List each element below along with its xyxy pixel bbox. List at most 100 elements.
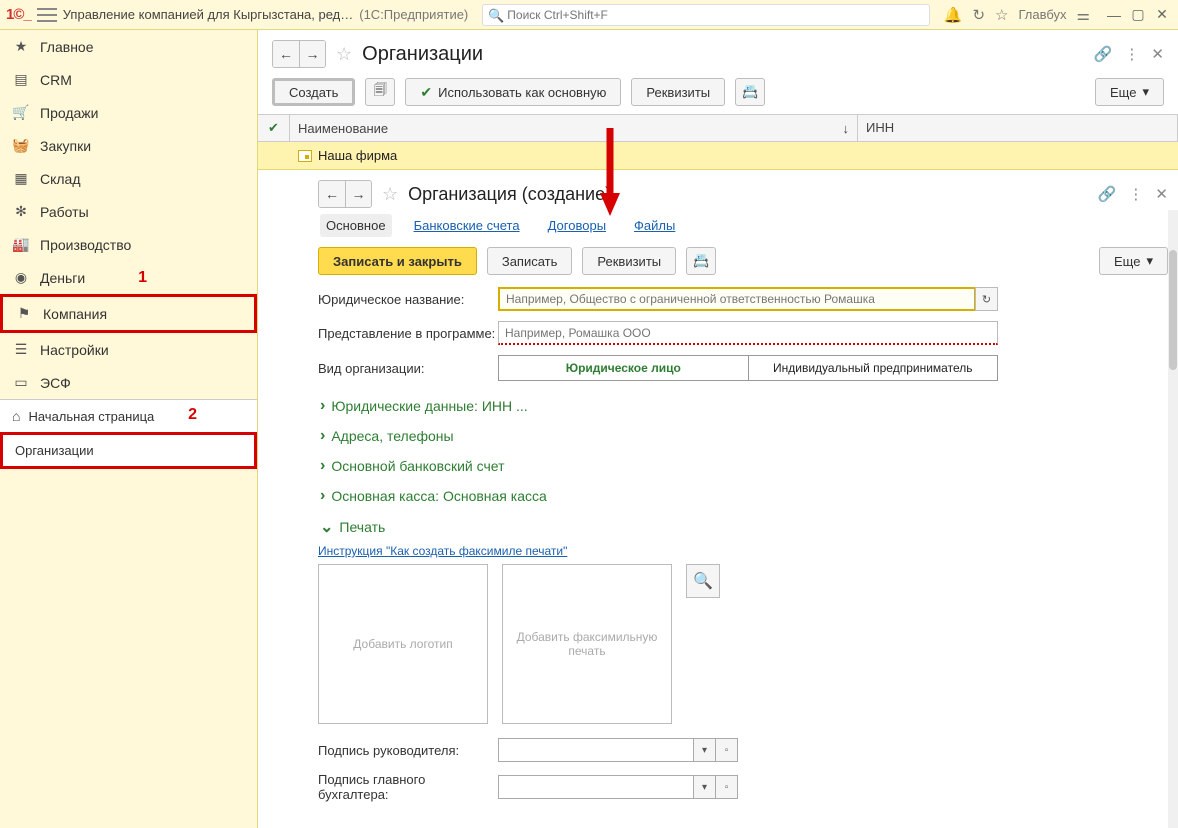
app-subtitle: (1С:Предприятие) [359, 7, 468, 22]
tab-files[interactable]: Файлы [628, 214, 681, 237]
close-page-icon[interactable]: ✕ [1155, 185, 1168, 203]
button-label: Еще [1114, 254, 1140, 269]
favorite-icon[interactable]: ☆ [336, 44, 352, 65]
toggle-ip[interactable]: Индивидуальный предприниматель [749, 355, 999, 381]
preview-button[interactable]: 🔍 [686, 564, 720, 598]
sidebar-item-main[interactable]: ★ Главное [0, 30, 257, 63]
open-icon[interactable]: ▫ [716, 775, 738, 799]
search-input[interactable] [482, 4, 930, 26]
favorite-icon[interactable]: ☆ [382, 184, 398, 205]
chevron-down-icon: ▾ [1146, 253, 1153, 269]
forward-icon[interactable]: → [345, 181, 371, 207]
sort-icon: ↓ [843, 121, 850, 136]
instruction-link[interactable]: Инструкция "Как создать факсимиле печати… [318, 544, 567, 558]
legal-name-input[interactable] [498, 287, 976, 311]
sidebar-item-label: Деньги [40, 270, 85, 286]
use-as-main-button[interactable]: ✔Использовать как основную [405, 78, 621, 106]
sidebar-item-label: Начальная страница [28, 409, 154, 424]
more-button[interactable]: Еще ▾ [1099, 247, 1168, 275]
more-icon[interactable]: ⋮ [1128, 185, 1143, 203]
row-name-cell: Наша фирма [290, 142, 858, 169]
label-display-name: Представление в программе: [318, 326, 498, 341]
sidebar-item-works[interactable]: ✻ Работы [0, 195, 257, 228]
tab-contracts[interactable]: Договоры [542, 214, 612, 237]
sidebar-item-money[interactable]: ◉ Деньги 1 [0, 261, 257, 294]
tab-bank[interactable]: Банковские счета [408, 214, 526, 237]
expander-bank[interactable]: Основной банковский счет [318, 451, 1168, 481]
minimize-icon[interactable]: — [1104, 5, 1124, 25]
star-icon[interactable]: ☆ [995, 6, 1008, 24]
expander-print[interactable]: Печать [318, 511, 1168, 543]
dropdown-icon[interactable]: ▾ [694, 775, 716, 799]
label-sign-director: Подпись руководителя: [318, 743, 498, 758]
scrollbar-thumb[interactable] [1169, 250, 1177, 370]
col-inn[interactable]: ИНН [858, 115, 1178, 141]
close-page-icon[interactable]: ✕ [1151, 45, 1164, 63]
col-check[interactable]: ✔ [258, 115, 290, 141]
expander-legal[interactable]: Юридические данные: ИНН ... [318, 391, 1168, 421]
table-row[interactable]: Наша фирма [258, 142, 1178, 170]
print-button[interactable]: 📇 [735, 78, 765, 106]
basket-icon: 🧺 [12, 137, 30, 154]
more-icon[interactable]: ⋮ [1124, 45, 1139, 63]
display-name-input[interactable] [498, 321, 998, 345]
sign-accountant-input[interactable] [498, 775, 694, 799]
tab-main[interactable]: Основное [320, 214, 392, 237]
chevron-down-icon: ▾ [1142, 84, 1149, 100]
maximize-icon[interactable]: ▢ [1128, 5, 1148, 25]
create-title: Организация (создание) [408, 184, 611, 205]
vertical-scrollbar[interactable] [1168, 210, 1178, 828]
forward-icon[interactable]: → [299, 41, 325, 67]
magnifier-icon: 🔍 [693, 571, 713, 591]
sidebar-item-crm[interactable]: ▤ CRM [0, 63, 257, 96]
sidebar-item-company[interactable]: ⚑ Компания [0, 294, 257, 333]
col-name[interactable]: Наименование ↓ [290, 115, 858, 141]
link-icon[interactable]: 🔗 [1094, 45, 1113, 63]
toggle-legal[interactable]: Юридическое лицо [498, 355, 749, 381]
upload-logo[interactable]: Добавить логотип [318, 564, 488, 724]
close-icon[interactable]: ✕ [1152, 5, 1172, 25]
requisites-button[interactable]: Реквизиты [631, 78, 725, 106]
create-button[interactable]: Создать [272, 78, 355, 106]
sidebar-item-production[interactable]: 🏭 Производство [0, 228, 257, 261]
sidebar-subsection: Начальная страница 2 Организации [0, 399, 257, 469]
more-button[interactable]: Еще ▾ [1095, 78, 1164, 106]
expander-address[interactable]: Адреса, телефоны [318, 421, 1168, 451]
user-label[interactable]: Главбух [1019, 7, 1067, 22]
main-layout: ★ Главное ▤ CRM 🛒 Продажи 🧺 Закупки ▦ Ск… [0, 30, 1178, 828]
expander-cash[interactable]: Основная касса: Основная касса [318, 481, 1168, 511]
upload-fax[interactable]: Добавить факсимильную печать [502, 564, 672, 724]
dropdown-icon[interactable]: ▾ [694, 738, 716, 762]
sidebar-item-label: Продажи [40, 105, 98, 121]
save-close-button[interactable]: Записать и закрыть [318, 247, 477, 275]
row-inn [858, 142, 1178, 169]
sign-director-input[interactable] [498, 738, 694, 762]
equalizer-icon[interactable]: ⚌ [1077, 6, 1090, 24]
sidebar-item-purchases[interactable]: 🧺 Закупки [0, 129, 257, 162]
global-search[interactable]: 🔍 [482, 4, 930, 26]
page-title: Организации [362, 43, 483, 66]
menu-icon[interactable] [37, 8, 57, 22]
link-icon[interactable]: 🔗 [1098, 185, 1117, 203]
print-button[interactable]: 📇 [686, 247, 716, 275]
bell-icon[interactable]: 🔔 [944, 6, 963, 24]
open-icon[interactable]: ▫ [716, 738, 738, 762]
back-icon[interactable]: ← [273, 41, 299, 67]
sidebar-item-label: ЭСФ [40, 375, 71, 391]
sidebar-item-label: Работы [40, 204, 89, 220]
sidebar-item-esf[interactable]: ▭ ЭСФ [0, 366, 257, 399]
sidebar-item-warehouse[interactable]: ▦ Склад [0, 162, 257, 195]
save-button[interactable]: Записать [487, 247, 573, 275]
search-icon: 🔍 [488, 8, 504, 24]
back-icon[interactable]: ← [319, 181, 345, 207]
sidebar-item-settings[interactable]: ☰ Настройки [0, 333, 257, 366]
requisites-button[interactable]: Реквизиты [582, 247, 676, 275]
row-org-type: Вид организации: Юридическое лицо Индиви… [318, 355, 1168, 381]
sub-item-organizations[interactable]: Организации [0, 432, 257, 469]
history-icon[interactable]: ↻ [972, 6, 985, 24]
copy-button[interactable]: 🗐 [365, 78, 395, 106]
sidebar-item-sales[interactable]: 🛒 Продажи [0, 96, 257, 129]
start-page-link[interactable]: Начальная страница 2 [0, 400, 257, 432]
sidebar-item-label: Закупки [40, 138, 91, 154]
history-icon[interactable]: ↻ [975, 287, 998, 311]
